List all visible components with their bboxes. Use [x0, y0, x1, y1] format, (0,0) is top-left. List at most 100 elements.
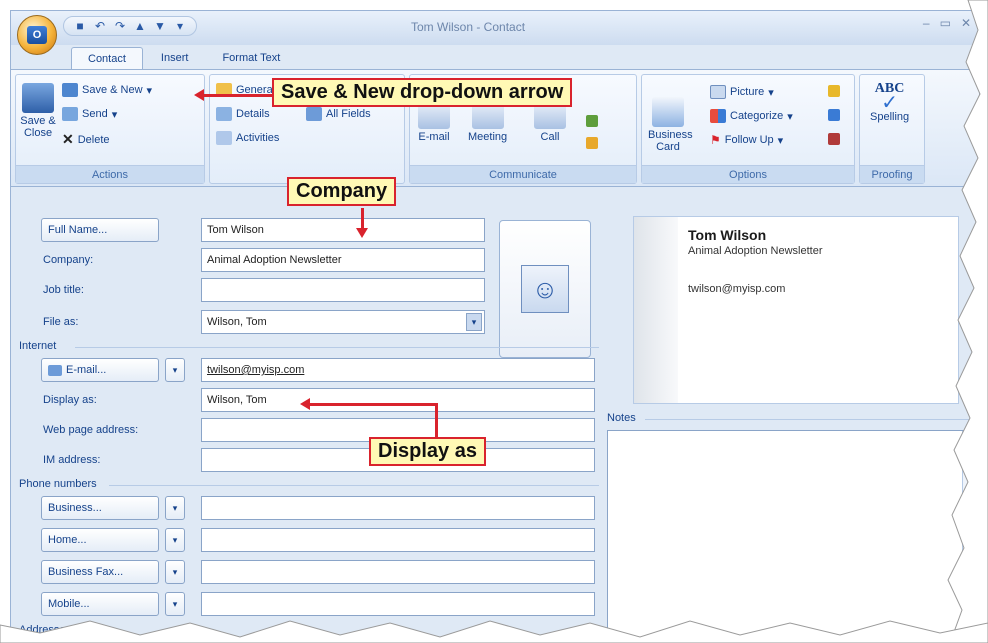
picture-button[interactable]: Picture ▾: [710, 85, 774, 99]
all-fields-button[interactable]: All Fields: [306, 107, 371, 121]
notes-label: Notes: [607, 412, 636, 424]
business-card-preview[interactable]: Tom Wilson Animal Adoption Newsletter tw…: [633, 216, 959, 404]
customize-qat-icon[interactable]: ▾: [172, 18, 188, 34]
undo-icon[interactable]: ↶: [92, 18, 108, 34]
save-close-label: Save & Close: [20, 115, 56, 139]
torn-edge-bottom: [0, 620, 988, 643]
im-address-label: IM address:: [43, 454, 101, 466]
full-name-button[interactable]: Full Name...: [41, 218, 159, 242]
picture-label: Picture: [730, 86, 765, 98]
details-label: Details: [236, 108, 270, 120]
communicate-group-label: Communicate: [410, 165, 636, 183]
home-phone-dropdown[interactable]: ▾: [165, 528, 185, 552]
tab-format-text[interactable]: Format Text: [206, 47, 296, 70]
email-picker-button[interactable]: E-mail...: [41, 358, 159, 382]
office-button[interactable]: O: [17, 15, 57, 55]
business-card-image-area: [634, 217, 678, 403]
delete-button[interactable]: ✕ Delete: [62, 131, 110, 148]
activities-button[interactable]: Activities: [216, 131, 279, 145]
all-fields-icon: [306, 107, 322, 121]
home-phone-field[interactable]: [201, 528, 595, 552]
job-title-label: Job title:: [43, 284, 84, 296]
business-phone-field[interactable]: [201, 496, 595, 520]
tab-contact[interactable]: Contact: [71, 47, 143, 70]
previous-item-icon[interactable]: ▲: [132, 18, 148, 34]
home-phone-button[interactable]: Home...: [41, 528, 159, 552]
email-field[interactable]: twilson@myisp.com: [201, 358, 595, 382]
file-as-label: File as:: [43, 316, 79, 328]
internet-section-label: Internet: [19, 340, 57, 352]
save-close-button[interactable]: Save & Close: [20, 83, 56, 139]
email-type-dropdown[interactable]: ▾: [165, 358, 185, 382]
picture-dropdown-icon[interactable]: ▾: [768, 86, 774, 99]
notes-field[interactable]: ▲: [607, 430, 979, 642]
notes-section: Notes: [607, 412, 979, 424]
file-as-field[interactable]: Wilson, Tom ▾: [201, 310, 485, 334]
business-fax-field[interactable]: [201, 560, 595, 584]
file-as-dropdown-icon[interactable]: ▾: [466, 313, 482, 331]
torn-edge-right: [947, 0, 988, 643]
business-card-button[interactable]: Business Card: [648, 97, 693, 153]
window-title: Tom Wilson - Contact: [411, 20, 526, 34]
callout-arrowhead-company: [356, 228, 368, 238]
callout-arrow-company: [361, 208, 364, 230]
next-item-icon[interactable]: ▼: [152, 18, 168, 34]
actions-group: Save & Close Save & New ▾ Send ▾ ✕ Delet…: [15, 74, 205, 184]
callout-arrow-display-as-v: [435, 404, 438, 439]
card-email: twilson@myisp.com: [688, 283, 786, 295]
private-lock-icon[interactable]: [828, 85, 840, 97]
address-book-icon[interactable]: [828, 109, 840, 121]
company-field[interactable]: Animal Adoption Newsletter: [201, 248, 485, 272]
categorize-label: Categorize: [730, 110, 784, 122]
business-fax-button[interactable]: Business Fax...: [41, 560, 159, 584]
redo-icon[interactable]: ↷: [112, 18, 128, 34]
save-new-icon: [62, 83, 78, 97]
tab-insert[interactable]: Insert: [145, 47, 205, 70]
send-dropdown-icon[interactable]: ▾: [112, 108, 118, 121]
permission-icon[interactable]: [828, 133, 840, 145]
email-address-book-icon: [48, 364, 62, 376]
categorize-dropdown-icon[interactable]: ▾: [787, 110, 793, 123]
display-as-label: Display as:: [43, 394, 97, 406]
contact-placeholder-icon: ☺: [521, 265, 569, 313]
business-phone-button[interactable]: Business...: [41, 496, 159, 520]
web-page-icon[interactable]: [586, 115, 598, 127]
delete-label: Delete: [77, 133, 110, 146]
options-group-label: Options: [642, 165, 854, 183]
callout-arrow-display-as-h: [310, 403, 438, 406]
send-button[interactable]: Send ▾: [62, 107, 117, 121]
save-new-button[interactable]: Save & New ▾: [62, 83, 152, 97]
internet-section: Internet: [19, 340, 599, 352]
business-card-icon: [652, 97, 684, 127]
activities-icon: [216, 131, 232, 145]
spelling-label: Spelling: [870, 111, 910, 123]
follow-up-dropdown-icon[interactable]: ▾: [778, 134, 784, 147]
save-icon[interactable]: ■: [72, 18, 88, 34]
company-label: Company:: [43, 254, 94, 266]
contact-form: Full Name... Tom Wilson Company: Animal …: [11, 188, 979, 642]
all-fields-label: All Fields: [326, 108, 371, 120]
follow-up-button[interactable]: ⚑ Follow Up ▾: [710, 133, 783, 147]
save-new-dropdown-arrow-icon[interactable]: ▾: [147, 84, 153, 97]
office-logo-icon: O: [27, 26, 47, 44]
categorize-icon: [710, 109, 726, 123]
quick-access-toolbar: ■ ↶ ↷ ▲ ▼ ▾: [63, 16, 197, 36]
checkmark-icon: ✓: [881, 92, 898, 114]
follow-up-flag-icon: ⚑: [710, 133, 721, 147]
delete-icon: ✕: [62, 131, 74, 147]
details-button[interactable]: Details: [216, 107, 270, 121]
spelling-button[interactable]: ABC ✓ Spelling: [870, 82, 910, 124]
details-icon: [216, 107, 232, 121]
contact-picture-button[interactable]: ☺: [499, 220, 591, 358]
meeting-label: Meeting: [468, 131, 508, 143]
callout-arrow-save-new: [202, 94, 274, 97]
full-name-field[interactable]: Tom Wilson: [201, 218, 485, 242]
map-icon[interactable]: [586, 137, 598, 149]
business-fax-dropdown[interactable]: ▾: [165, 560, 185, 584]
business-phone-dropdown[interactable]: ▾: [165, 496, 185, 520]
phone-numbers-section: Phone numbers: [19, 478, 599, 490]
categorize-button[interactable]: Categorize ▾: [710, 109, 793, 123]
send-icon: [62, 107, 78, 121]
display-as-field[interactable]: Wilson, Tom: [201, 388, 595, 412]
job-title-field[interactable]: [201, 278, 485, 302]
